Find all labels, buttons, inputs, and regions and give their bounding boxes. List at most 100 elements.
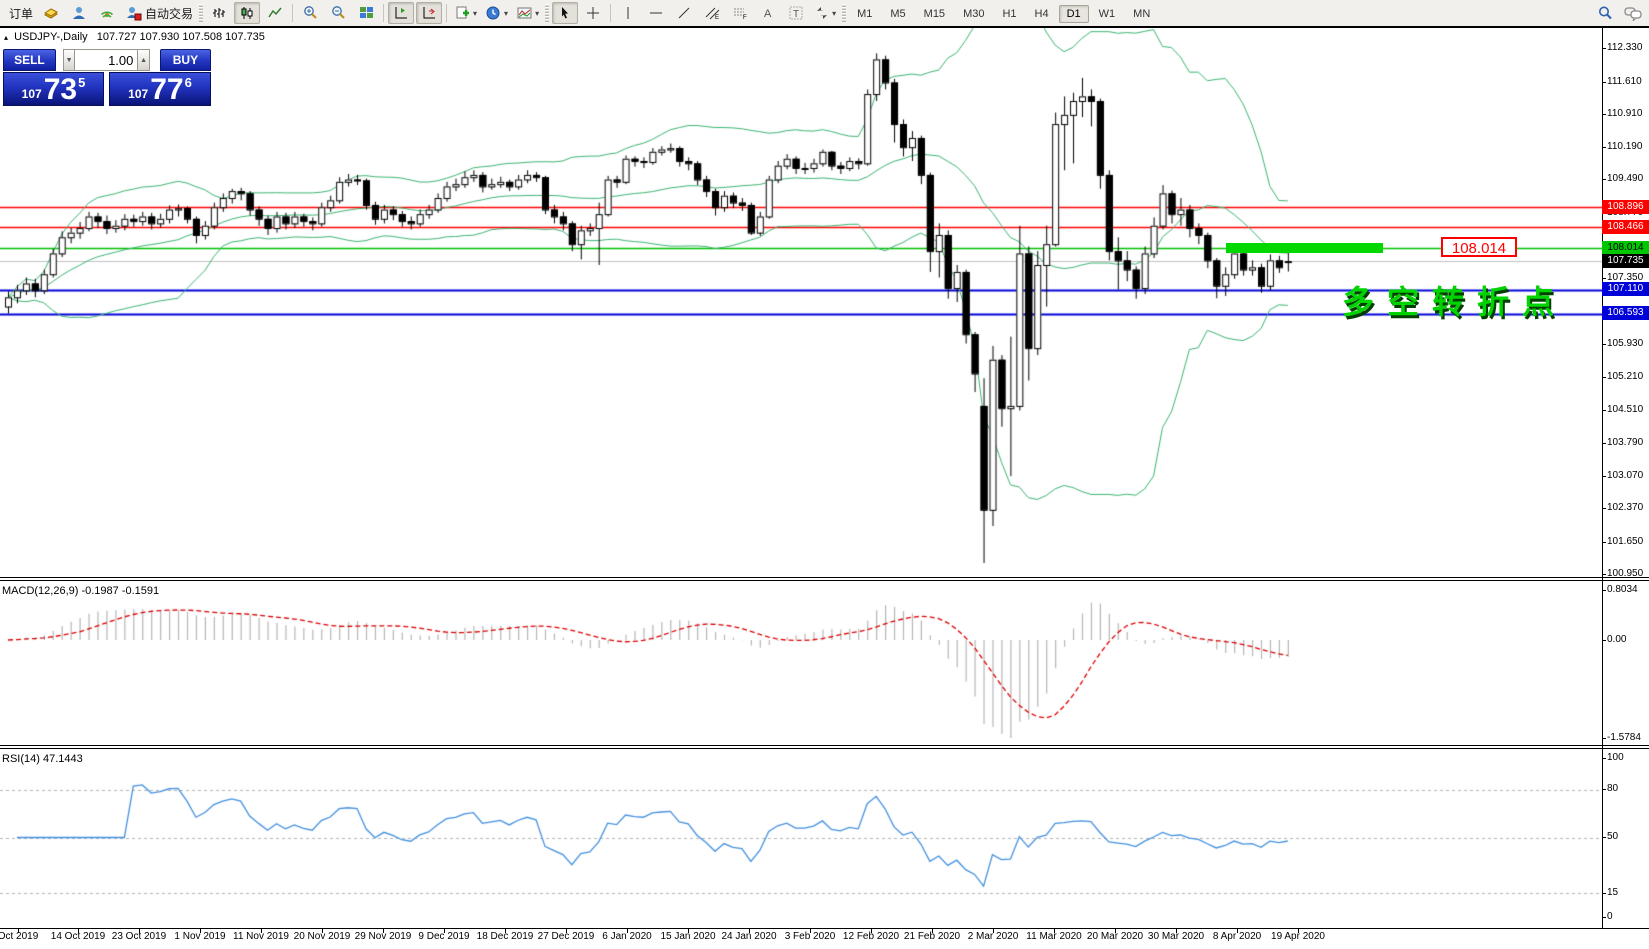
price-tick-label: 105.210 [1607,371,1643,382]
cursor-tool-button[interactable] [552,2,578,24]
price-tick-label: 112.330 [1607,42,1642,53]
timeframe-button-D1[interactable]: D1 [1059,5,1089,23]
zoom-out-button[interactable] [325,2,351,24]
toolbar-separator [610,4,611,22]
price-tick-label: 104.510 [1607,404,1643,415]
price-tick-label: 110.190 [1607,141,1642,152]
channel-tool-button[interactable]: E [699,2,725,24]
bar-chart-button[interactable] [206,2,232,24]
rsi-canvas[interactable] [0,749,1602,927]
new-chart-button[interactable]: ▾ [451,2,480,24]
timeframe-button-M5[interactable]: M5 [882,5,913,23]
buy-button[interactable]: BUY [160,49,211,71]
zoom-in-button[interactable] [297,2,323,24]
sell-price-point: 5 [78,75,85,90]
crosshair-icon [585,5,601,21]
gold-chart-button[interactable] [38,2,64,24]
price-tick [1602,542,1606,543]
gold-icon [43,5,60,21]
periods-clock-icon [485,5,502,21]
vertical-line-tool-button[interactable] [615,2,641,24]
sell-price-panel[interactable]: 107 73 5 [3,72,104,106]
community-button[interactable] [66,2,92,24]
volume-increase-button[interactable]: ▲ [137,49,150,71]
toolbar-grip [545,4,549,22]
timeframe-button-H4[interactable]: H4 [1027,5,1057,23]
chat-button[interactable] [1620,2,1646,24]
text-icon: A [761,5,775,21]
rsi-tick-label: 80 [1607,783,1618,794]
zoom-in-icon [302,5,319,21]
price-tick [1602,147,1606,148]
price-level-tag: 108.014 [1602,241,1649,255]
candlestick-chart-button[interactable] [234,2,260,24]
rsi-tick-label: 15 [1607,887,1618,898]
date-axis-tick [1115,929,1116,933]
mt4-terminal: 订单 自动交易 [0,0,1649,949]
price-tick-label: 100.950 [1607,568,1643,579]
volume-input[interactable] [75,49,137,71]
price-tick [1602,574,1606,575]
auto-scroll-button[interactable] [416,2,442,24]
fibonacci-tool-button[interactable]: F [727,2,753,24]
timeframe-button-H1[interactable]: H1 [994,5,1024,23]
trade-controls-row: SELL ▼ ▲ BUY [3,49,211,71]
sell-price-pips: 73 [44,76,77,104]
buy-price-pips: 77 [150,76,183,104]
tile-windows-button[interactable] [353,2,379,24]
macd-tick-label: 0.00 [1607,634,1626,645]
date-axis-tick [322,929,323,933]
chart-title: ▴ USDJPY-,Daily 107.727 107.930 107.508 … [4,31,265,43]
trendline-tool-button[interactable] [671,2,697,24]
price-tick [1602,377,1606,378]
line-chart-button[interactable] [262,2,288,24]
rsi-tick-label: 50 [1607,831,1618,842]
horizontal-line-icon [648,5,664,21]
price-tick [1602,443,1606,444]
autotrading-button[interactable]: 自动交易 [122,2,196,24]
sell-button[interactable]: SELL [3,49,56,71]
timeframe-button-M30[interactable]: M30 [955,5,992,23]
date-axis-tick [18,929,19,933]
buy-price-panel[interactable]: 107 77 6 [109,72,211,106]
timeframe-button-W1[interactable]: W1 [1091,5,1124,23]
autotrading-icon [125,5,142,21]
volume-decrease-button[interactable]: ▼ [63,49,76,71]
autotrading-label: 自动交易 [145,5,193,22]
timeframe-button-M15[interactable]: M15 [916,5,953,23]
text-label-tool-button[interactable]: T [783,2,809,24]
periods-caret: ▾ [504,9,508,18]
cursor-icon [557,5,573,21]
signals-button[interactable] [94,2,120,24]
price-callout-box[interactable]: 108.014 [1441,237,1517,257]
date-axis-tick [139,929,140,933]
toolbar-grip [842,4,846,22]
text-tool-button[interactable]: A [755,2,781,24]
arrows-tool-button[interactable]: ▾ [811,2,839,24]
price-tick-label: 101.650 [1607,536,1643,547]
horizontal-line-tool-button[interactable] [643,2,669,24]
chart-shift-button[interactable] [388,2,414,24]
search-button[interactable] [1592,2,1618,24]
pivot-text-annotation[interactable]: 多空转折点 [1342,277,1567,323]
tile-windows-icon [358,5,375,21]
sell-price-figure: 107 [22,87,42,101]
timeframe-button-M1[interactable]: M1 [849,5,880,23]
templates-button[interactable]: ▾ [513,2,542,24]
date-axis-tick [1054,929,1055,933]
periods-button[interactable]: ▾ [482,2,511,24]
new-order-button[interactable]: 订单 [3,2,36,24]
chart-bottom-border [0,928,1649,929]
macd-canvas[interactable] [0,581,1602,745]
crosshair-tool-button[interactable] [580,2,606,24]
price-tick [1602,82,1606,83]
rsi-label: RSI(14) 47.1443 [2,753,83,765]
price-tick [1602,114,1606,115]
chart-collapse-icon[interactable]: ▴ [4,33,8,42]
date-axis-label: Oct 2019 [0,931,38,942]
timeframe-button-MN[interactable]: MN [1125,5,1158,23]
date-axis-tick [627,929,628,933]
date-axis-tick [1176,929,1177,933]
price-level-tag: 108.896 [1602,200,1649,214]
support-zone-bar[interactable] [1226,243,1383,253]
